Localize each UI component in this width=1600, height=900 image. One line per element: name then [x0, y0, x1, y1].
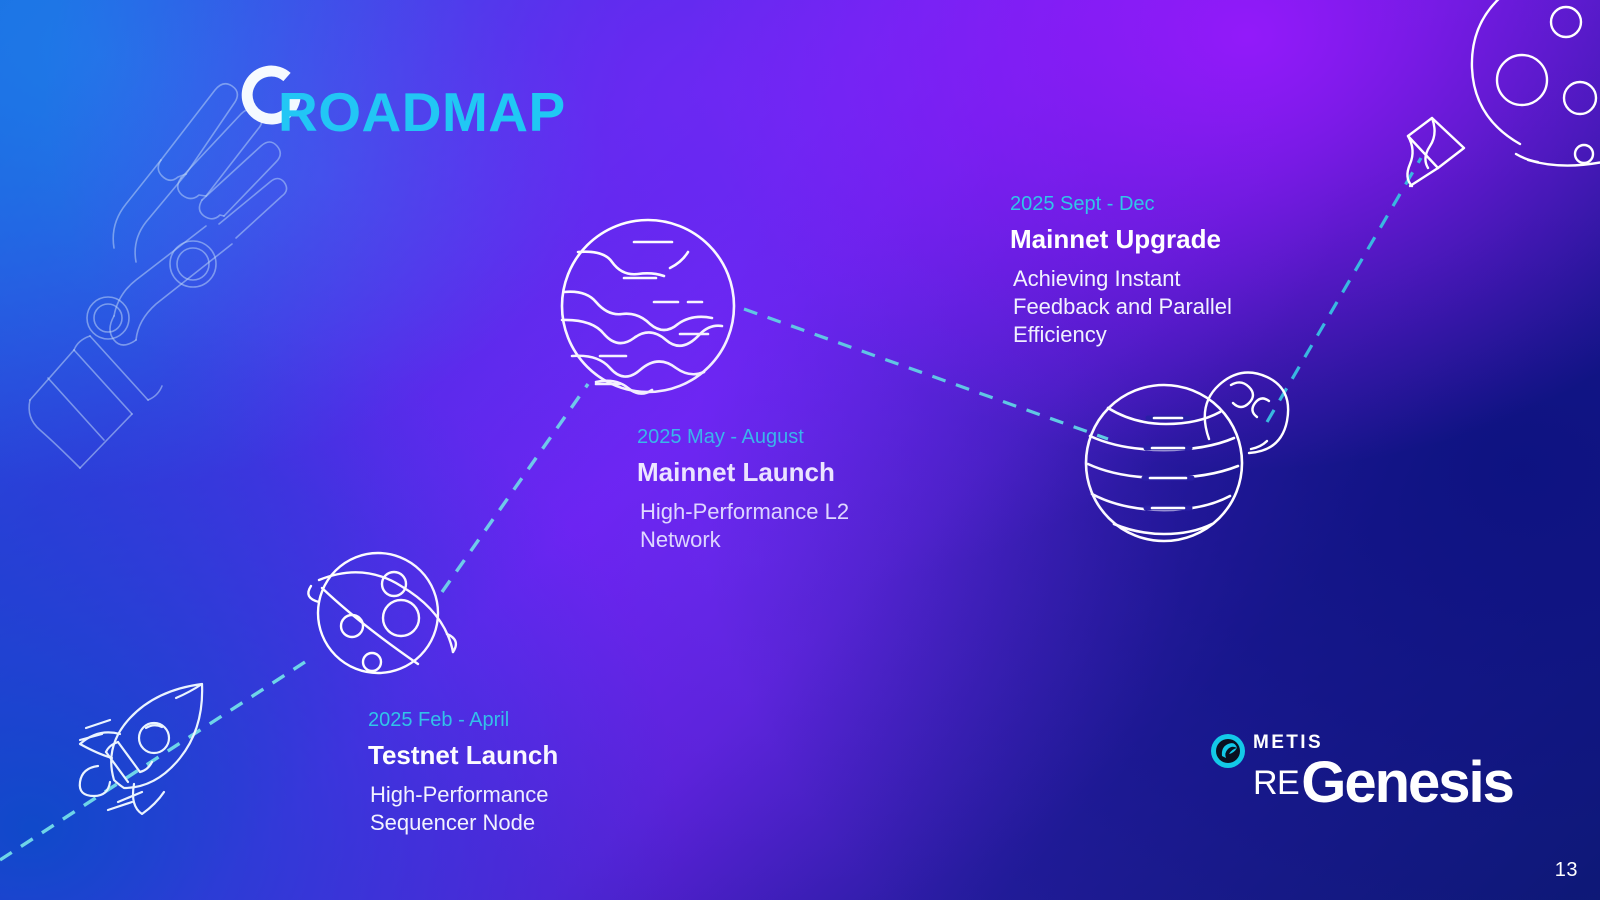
milestone-mainnet-upgrade: 2025 Sept - Dec Mainnet Upgrade Achievin…	[1010, 192, 1232, 349]
milestone-title: Mainnet Upgrade	[1010, 224, 1221, 254]
logo-re-text: RE	[1253, 764, 1300, 802]
rocket-icon	[62, 680, 242, 816]
ringed-planet-icon	[295, 540, 465, 690]
milestone-description: High-Performance L2 Network	[640, 498, 850, 552]
logo-genesis-wrap: Genesis	[1301, 750, 1515, 815]
milestone-period: 2025 May - August	[637, 426, 804, 448]
milestone-title: Mainnet Launch	[637, 457, 835, 487]
milestone-description: High-Performance Sequencer Node	[370, 781, 549, 835]
page-title-text: ROADMAP	[278, 81, 566, 143]
roadmap-slide: ROADMAP 2025 Feb - April Testnet Launch …	[0, 0, 1600, 900]
metis-regenesis-logo: METIS RE Genesis	[1211, 730, 1515, 815]
milestone-period: 2025 Feb - April	[368, 709, 510, 731]
small-moon-icon	[1195, 355, 1290, 465]
logo-wordmark: METIS RE Genesis	[1253, 730, 1515, 815]
logo-genesis-text: Genesis	[1301, 750, 1515, 815]
metis-badge-icon	[1211, 734, 1245, 773]
flag-icon	[1398, 110, 1478, 190]
page-number: 13	[1554, 859, 1578, 881]
milestone-description: Achieving Instant Feedback and Parallel …	[1013, 265, 1232, 348]
milestone-period: 2025 Sept - Dec	[1010, 193, 1155, 215]
logo-regenesis-text: RE Genesis	[1253, 750, 1515, 815]
wavy-planet-icon	[556, 214, 746, 402]
milestone-title: Testnet Launch	[368, 740, 559, 770]
milestone-testnet-launch: 2025 Feb - April Testnet Launch High-Per…	[368, 708, 558, 837]
milestone-mainnet-launch: 2025 May - August Mainnet Launch High-Pe…	[637, 425, 849, 554]
